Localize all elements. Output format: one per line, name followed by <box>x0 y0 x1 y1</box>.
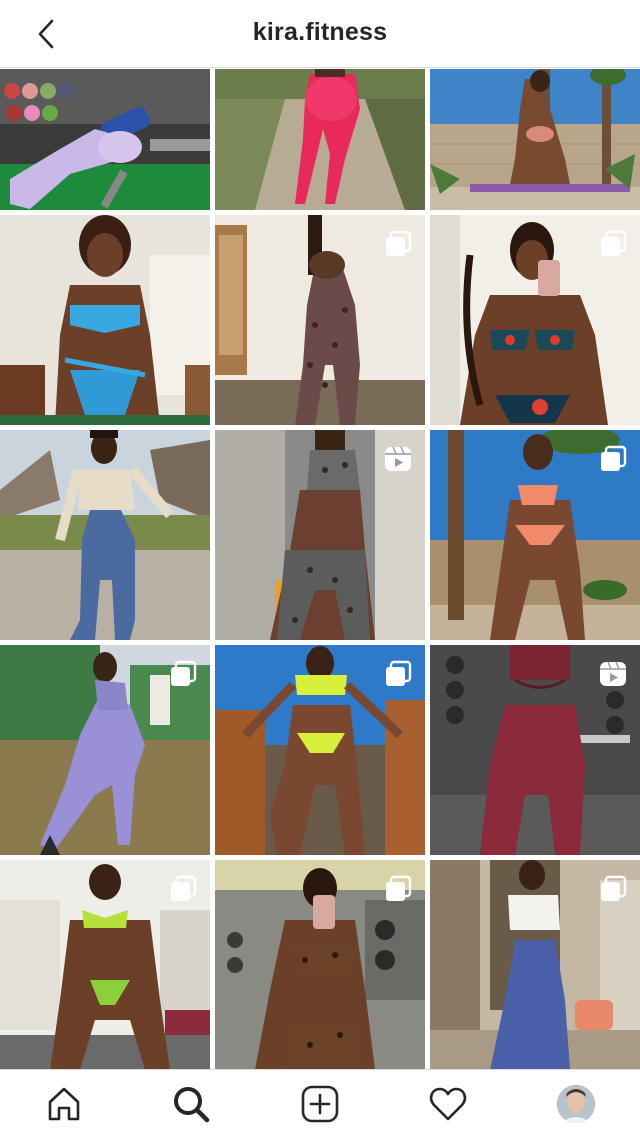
post-photo <box>0 69 210 210</box>
post-tile[interactable] <box>430 215 640 425</box>
post-tile[interactable] <box>0 645 210 855</box>
post-tile[interactable] <box>430 860 640 1070</box>
search-icon <box>174 1087 210 1123</box>
post-grid <box>0 69 640 1070</box>
post-photo <box>215 69 425 210</box>
post-tile[interactable] <box>0 860 210 1070</box>
carousel-icon <box>171 875 197 901</box>
new-post-icon <box>301 1085 339 1123</box>
post-tile[interactable] <box>215 860 425 1070</box>
tab-home[interactable] <box>42 1082 86 1126</box>
tab-profile[interactable] <box>554 1082 598 1126</box>
post-photo <box>0 430 210 640</box>
post-tile[interactable] <box>0 69 210 210</box>
carousel-icon <box>171 660 197 686</box>
post-photo <box>430 69 640 210</box>
carousel-icon <box>601 230 627 256</box>
activity-heart-icon <box>429 1087 467 1121</box>
profile-header: kira.fitness <box>0 0 640 68</box>
post-tile[interactable] <box>0 430 210 640</box>
post-photo <box>0 215 210 425</box>
post-tile[interactable] <box>430 69 640 210</box>
bottom-tab-bar <box>0 1069 640 1138</box>
carousel-icon <box>601 445 627 471</box>
post-tile[interactable] <box>430 430 640 640</box>
reel-icon <box>385 446 411 471</box>
reel-icon <box>600 661 626 686</box>
carousel-icon <box>386 875 412 901</box>
carousel-icon <box>386 660 412 686</box>
carousel-icon <box>601 875 627 901</box>
post-tile[interactable] <box>430 645 640 855</box>
post-tile[interactable] <box>215 645 425 855</box>
post-tile[interactable] <box>215 69 425 210</box>
page-title: kira.fitness <box>252 18 388 46</box>
carousel-icon <box>386 230 412 256</box>
profile-avatar <box>557 1085 595 1123</box>
tab-activity[interactable] <box>426 1082 470 1126</box>
post-tile[interactable] <box>0 215 210 425</box>
home-icon <box>48 1087 80 1121</box>
post-tile[interactable] <box>215 215 425 425</box>
tab-search[interactable] <box>169 1082 213 1126</box>
tab-new-post[interactable] <box>298 1082 342 1126</box>
post-tile[interactable] <box>215 430 425 640</box>
